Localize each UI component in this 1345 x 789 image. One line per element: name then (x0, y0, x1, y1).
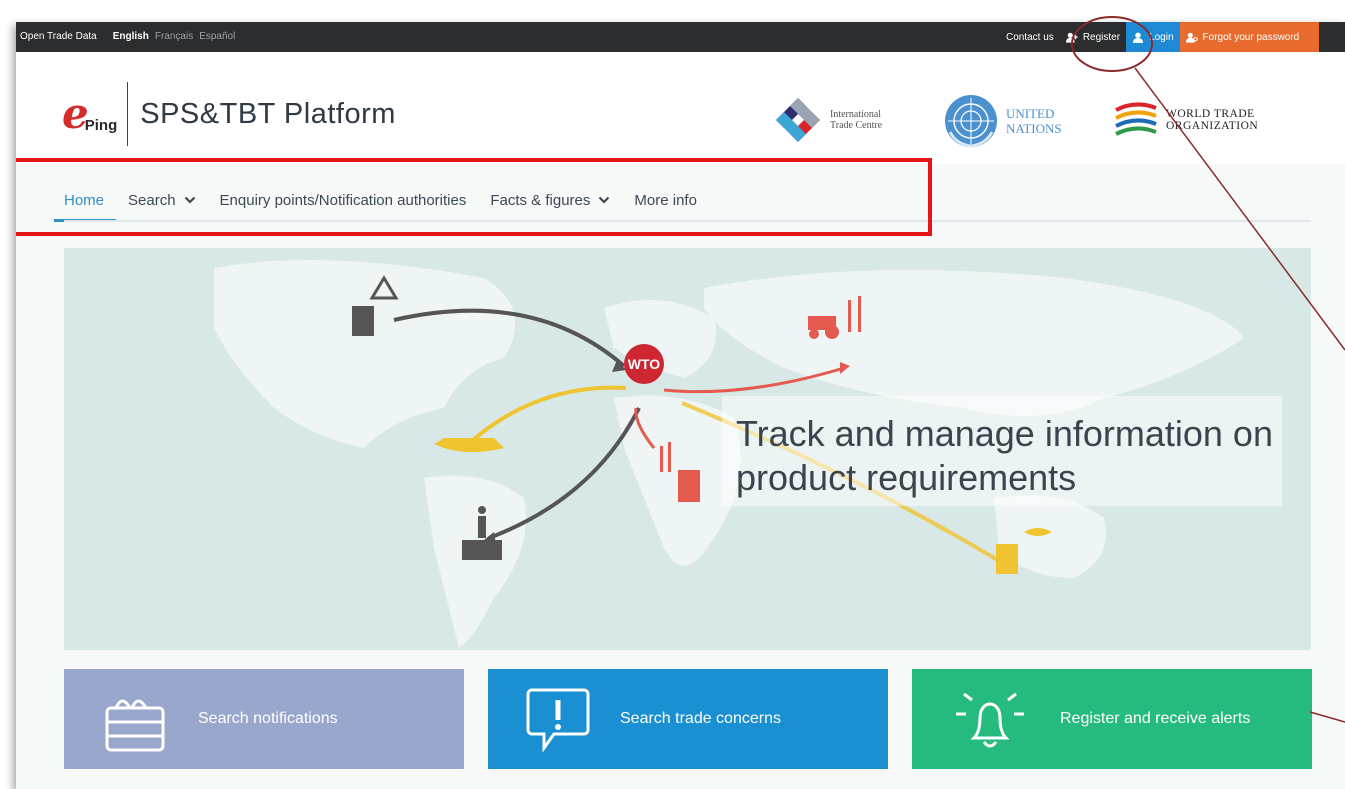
hero-banner: WTO Track and manage information on produ… (64, 248, 1311, 650)
un-name: UNITED NATIONS (1006, 106, 1062, 136)
lang-english[interactable]: English (113, 31, 149, 42)
hero-headline-line2: product requirements (736, 457, 1077, 498)
wto-logo[interactable]: WORLD TRADE ORGANIZATION (1112, 98, 1276, 142)
itc-logo[interactable]: International Trade Centre (772, 94, 890, 146)
hero-headline-line1: Track and manage information on (736, 413, 1273, 454)
register-link[interactable]: Register (1060, 22, 1126, 52)
language-switcher: English Français Español (113, 31, 236, 42)
login-button[interactable]: Login (1126, 22, 1180, 52)
wto-name: WORLD TRADE ORGANIZATION (1166, 108, 1259, 132)
login-label: Login (1149, 31, 1174, 43)
alert-speech-icon (526, 688, 590, 752)
platform-title: SPS&TBT Platform (140, 97, 396, 130)
wto-badge: WTO (624, 344, 664, 384)
eping-logo[interactable]: e Ping SPS&TBT Platform (62, 82, 396, 146)
open-trade-data-link[interactable]: Open Trade Data (20, 31, 97, 42)
itc-name: International Trade Centre (830, 109, 883, 131)
wto-emblem-icon (1115, 102, 1157, 136)
user-icon (1133, 31, 1144, 43)
un-logo[interactable]: UNITED NATIONS (942, 92, 1076, 150)
hero-headline: Track and manage information on product r… (722, 396, 1282, 500)
logo-ping: Ping (84, 116, 118, 134)
search-trade-concerns-card[interactable]: Search trade concerns (488, 669, 888, 769)
forgot-label: Forgot your password (1202, 31, 1300, 43)
wto-badge-label: WTO (628, 356, 661, 372)
boat-icon (434, 438, 504, 453)
search-notifications-label: Search notifications (198, 710, 338, 727)
itc-emblem-icon (776, 98, 820, 142)
search-notifications-card[interactable]: Search notifications (64, 669, 464, 769)
add-user-icon (1065, 32, 1078, 43)
bell-icon (956, 692, 1024, 748)
register-label: Register (1082, 31, 1121, 43)
lang-spanish[interactable]: Español (199, 31, 235, 42)
hero-headline-box: Track and manage information on product r… (722, 396, 1282, 506)
register-alerts-label: Register and receive alerts (1060, 710, 1251, 727)
top-utility-bar: Open Trade Data English Français Español… (16, 22, 1345, 52)
forgot-password-button[interactable]: Forgot your password (1179, 22, 1320, 52)
lang-french[interactable]: Français (155, 31, 193, 42)
logo-separator (127, 82, 129, 146)
action-cards: Search notifications Search trade concer… (64, 669, 1312, 769)
contact-us-link[interactable]: Contact us (1000, 22, 1060, 52)
search-trade-concerns-label: Search trade concerns (620, 710, 781, 727)
register-alerts-card[interactable]: Register and receive alerts (912, 669, 1312, 769)
un-emblem-icon (945, 95, 997, 148)
crate-icon (105, 699, 165, 752)
nav-highlight-box (16, 158, 932, 236)
browser-frame: Open Trade Data English Français Español… (16, 22, 1345, 789)
user-key-icon (1185, 32, 1198, 43)
